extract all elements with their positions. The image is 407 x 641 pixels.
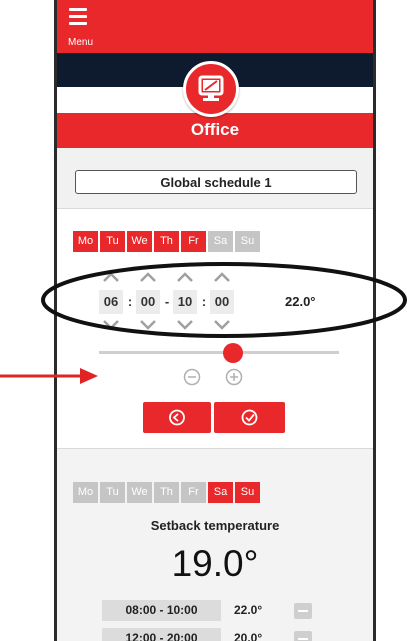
minus-circle-icon[interactable] [183, 368, 201, 386]
menu-button[interactable]: Menu [66, 6, 96, 50]
chevron-up-icon[interactable] [177, 272, 193, 282]
day-th[interactable]: Th [154, 231, 179, 252]
temperature-slider-track[interactable] [99, 351, 339, 354]
day-tu[interactable]: Tu [100, 482, 125, 503]
check-icon [241, 409, 258, 426]
page-title: Office [190, 120, 240, 139]
day-fr[interactable]: Fr [181, 482, 206, 503]
chevron-down-icon[interactable] [214, 320, 230, 330]
chevron-down-icon[interactable] [177, 320, 193, 330]
divider [57, 448, 373, 449]
chevron-up-icon[interactable] [140, 272, 156, 282]
setback-temperature: 19.0° [171, 543, 259, 584]
schedule-selector[interactable]: Global schedule 1 [75, 170, 357, 194]
room-logo [183, 61, 239, 117]
confirm-button[interactable] [214, 402, 285, 433]
chevron-up-icon[interactable] [214, 272, 230, 282]
interval-temperature: 22.0° [285, 294, 316, 309]
divider [57, 208, 373, 209]
day-mo[interactable]: Mo [73, 231, 98, 252]
time-colon: : [201, 294, 207, 309]
undo-button[interactable] [143, 402, 211, 433]
monitor-icon [198, 75, 224, 101]
day-th[interactable]: Th [154, 482, 179, 503]
remove-range-button[interactable] [294, 603, 312, 619]
day-fr[interactable]: Fr [181, 231, 206, 252]
end-hour-field[interactable]: 10 [173, 290, 197, 314]
time-range-row[interactable]: 08:00 - 10:00 [102, 600, 221, 621]
undo-icon [169, 409, 185, 426]
time-range-row[interactable]: 12:00 - 20:00 [102, 628, 221, 641]
time-colon: : [127, 294, 133, 309]
setback-label: Setback temperature [150, 518, 280, 533]
menu-label: Menu [68, 37, 94, 48]
day-sa[interactable]: Sa [208, 231, 233, 252]
chevron-up-icon[interactable] [103, 272, 119, 282]
chevron-down-icon[interactable] [103, 320, 119, 330]
start-minute-field[interactable]: 00 [136, 290, 160, 314]
day-we[interactable]: We [127, 231, 152, 252]
temperature-slider-thumb[interactable] [223, 343, 243, 363]
start-hour-field[interactable]: 06 [99, 290, 123, 314]
day-mo[interactable]: Mo [73, 482, 98, 503]
day-su[interactable]: Su [235, 231, 260, 252]
day-sa[interactable]: Sa [208, 482, 233, 503]
remove-range-button[interactable] [294, 631, 312, 641]
top-bar: Menu [57, 0, 373, 53]
chevron-down-icon[interactable] [140, 320, 156, 330]
app-screen: Menu Office Global schedule 1 Mo Tu We T… [54, 0, 376, 641]
day-we[interactable]: We [127, 482, 152, 503]
plus-circle-icon[interactable] [225, 368, 243, 386]
time-range-temp: 20.0° [234, 631, 263, 641]
day-su[interactable]: Su [235, 482, 260, 503]
end-minute-field[interactable]: 00 [210, 290, 234, 314]
time-dash: - [164, 294, 170, 309]
time-range-temp: 22.0° [234, 603, 263, 617]
day-tu[interactable]: Tu [100, 231, 125, 252]
